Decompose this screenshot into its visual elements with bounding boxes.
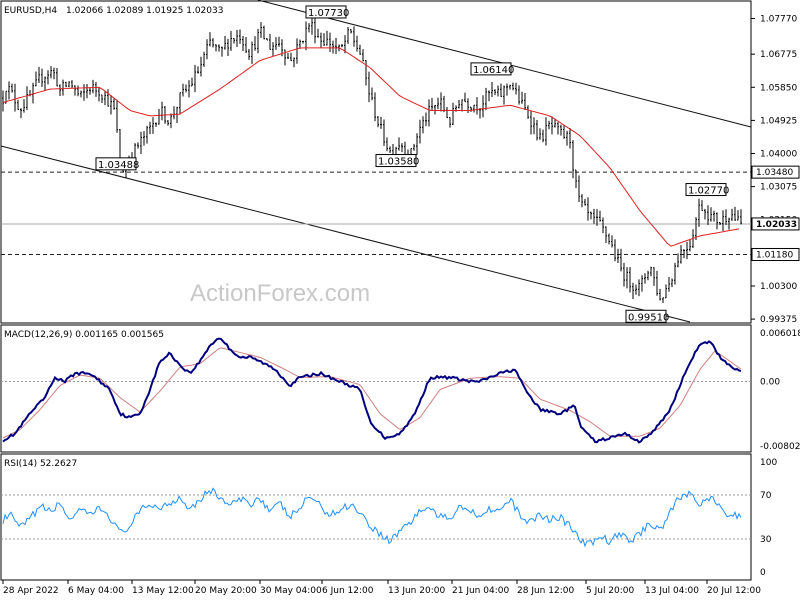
price-annotation-label: 1.03488 xyxy=(98,160,139,171)
price-axis-label: 1.04925 xyxy=(760,116,797,126)
time-axis-label: 20 Jul 12:00 xyxy=(707,586,761,596)
time-axis-label: 28 Apr 2022 xyxy=(3,586,59,596)
price-annotation-label: 1.07730 xyxy=(308,8,349,19)
time-axis-label: 5 Jul 20:00 xyxy=(586,586,635,596)
price-axis-label: 1.03075 xyxy=(760,183,797,193)
time-axis-label: 13 May 12:00 xyxy=(132,586,194,596)
chart-background xyxy=(0,0,800,600)
rsi-axis-label: 0 xyxy=(760,568,766,578)
price-axis-label: 1.07770 xyxy=(760,15,797,25)
time-axis-label: 20 May 20:00 xyxy=(195,586,257,596)
rsi-title: RSI(14) 52.2627 xyxy=(4,459,77,469)
time-axis-label: 21 Jun 04:00 xyxy=(452,586,509,596)
time-axis-label: 28 Jun 12:00 xyxy=(517,586,574,596)
current-price-label: 1.02033 xyxy=(756,220,797,230)
symbol-label: EURUSD,H4 xyxy=(4,6,57,16)
price-axis-label: 1.05850 xyxy=(760,83,797,93)
time-axis-label: 13 Jul 04:00 xyxy=(645,586,699,596)
rsi-axis-label: 100 xyxy=(760,458,777,468)
price-annotation-label: 1.06140 xyxy=(473,65,514,76)
time-axis-label: 6 May 04:00 xyxy=(68,586,124,596)
time-axis-label: 6 Jun 12:00 xyxy=(322,586,374,596)
price-axis-label: 1.00300 xyxy=(760,282,797,292)
level-price-label: 1.01180 xyxy=(756,250,793,260)
macd-axis-label: 0.006018 xyxy=(760,329,800,339)
time-axis-label: 13 Jun 20:00 xyxy=(388,586,445,596)
macd-title: MACD(12,26,9) 0.001165 0.001565 xyxy=(4,330,164,340)
macd-axis-label: 0.00 xyxy=(760,377,780,387)
macd-axis-label: -0.00802 xyxy=(760,442,800,452)
time-axis-label: 30 May 04:00 xyxy=(260,586,322,596)
price-annotation-label: 1.03580 xyxy=(378,157,419,168)
level-price-label: 1.03480 xyxy=(756,168,793,178)
price-axis-label: 1.04000 xyxy=(760,150,797,160)
ohlc-label: 1.02066 1.02089 1.01925 1.02033 xyxy=(66,6,223,16)
price-axis-label: 0.99375 xyxy=(760,315,797,325)
watermark: ActionForex.com xyxy=(190,280,370,307)
rsi-axis-label: 30 xyxy=(760,535,772,545)
rsi-axis-label: 70 xyxy=(760,491,772,501)
price-axis-label: 1.06775 xyxy=(760,50,797,60)
price-annotation-label: 0.99510 xyxy=(628,312,669,323)
price-annotation-label: 1.02770 xyxy=(688,186,729,197)
chart-root: EURUSD,H4 1.02066 1.02089 1.01925 1.0203… xyxy=(0,0,800,600)
